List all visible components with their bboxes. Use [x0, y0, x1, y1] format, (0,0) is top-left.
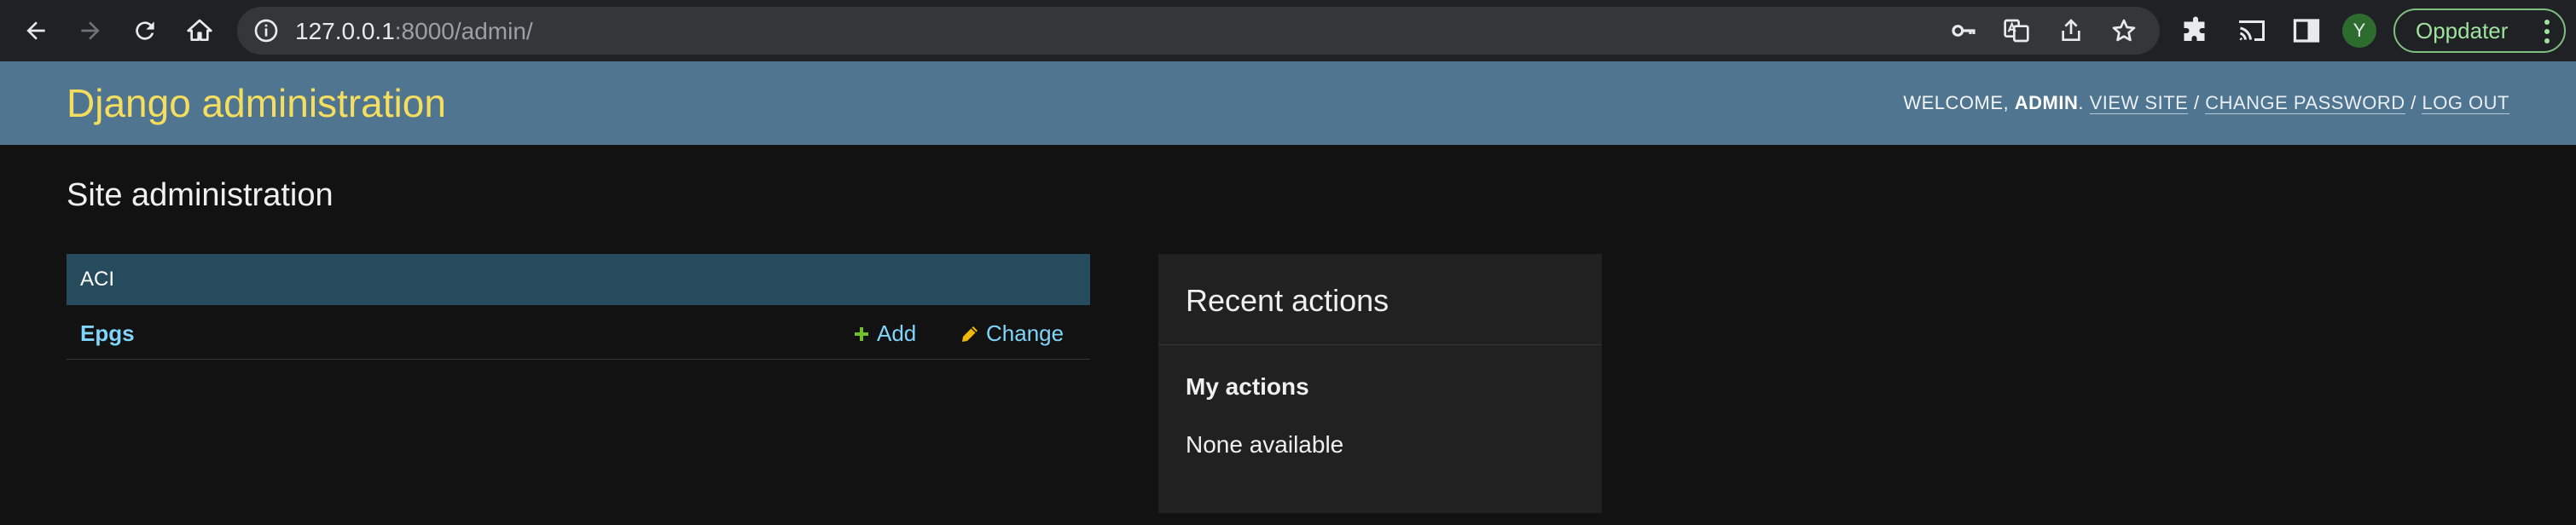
app-caption[interactable]: ACI: [67, 254, 1090, 305]
pencil-icon: [962, 326, 978, 342]
key-icon[interactable]: [1950, 17, 1977, 44]
log-out-link[interactable]: LOG OUT: [2422, 92, 2509, 114]
add-link[interactable]: Add: [853, 320, 916, 347]
reload-icon: [136, 21, 154, 40]
update-button[interactable]: Oppdater: [2393, 9, 2566, 53]
more-vertical-icon: [2544, 20, 2550, 43]
change-password-link[interactable]: CHANGE PASSWORD: [2205, 92, 2405, 114]
plus-icon: [855, 326, 868, 341]
browser-toolbar: 127.0.0.1:8000/admin/ Y Oppdater: [0, 0, 2576, 61]
extensions-icon[interactable]: [2180, 15, 2211, 46]
username: ADMIN: [2014, 92, 2079, 113]
recent-actions-title: Recent actions: [1186, 283, 1390, 318]
star-icon[interactable]: [2110, 17, 2138, 44]
url-text[interactable]: 127.0.0.1:8000/admin/: [295, 18, 533, 45]
change-label: Change: [986, 320, 1065, 346]
home-icon: [187, 19, 212, 41]
welcome-text: WELCOME,: [1903, 92, 2015, 113]
recent-actions-panel: Recent actions My actions None available: [1158, 254, 1602, 513]
info-icon[interactable]: [252, 17, 280, 44]
back-button[interactable]: [15, 10, 56, 51]
share-icon[interactable]: [2057, 17, 2085, 44]
model-link-epgs[interactable]: Epgs: [80, 320, 135, 347]
update-label: Oppdater: [2416, 17, 2509, 43]
reload-button[interactable]: [125, 10, 165, 51]
page-title: Site administration: [67, 177, 334, 213]
welcome-period: .: [2078, 92, 2090, 113]
forward-button[interactable]: [70, 10, 111, 51]
back-arrow-icon: [26, 21, 45, 40]
site-brand[interactable]: Django administration: [67, 80, 446, 126]
forward-arrow-icon: [81, 21, 100, 40]
url-host: 127.0.0.1: [295, 18, 395, 44]
side-panel-icon[interactable]: [2291, 15, 2322, 46]
change-link[interactable]: Change: [960, 320, 1064, 347]
separator: /: [2188, 92, 2206, 113]
view-site-link[interactable]: VIEW SITE: [2089, 92, 2189, 114]
add-label: Add: [877, 320, 917, 346]
my-actions-heading: My actions: [1186, 373, 1309, 400]
user-tools: WELCOME, ADMIN. VIEW SITE / CHANGE PASSW…: [1903, 92, 2509, 114]
translate-icon[interactable]: [2003, 17, 2030, 44]
divider: [1158, 344, 1602, 345]
site-header: Django administration WELCOME, ADMIN. VI…: [0, 61, 2576, 145]
empty-actions-text: None available: [1186, 431, 1344, 458]
cast-icon[interactable]: [2237, 15, 2267, 46]
home-button[interactable]: [179, 10, 220, 51]
separator: /: [2405, 92, 2422, 113]
url-path: :8000/admin/: [394, 18, 533, 44]
address-bar[interactable]: 127.0.0.1:8000/admin/: [237, 7, 2160, 55]
app-module-aci: ACI Epgs Add Change: [67, 254, 1090, 360]
profile-avatar[interactable]: Y: [2342, 14, 2376, 48]
model-row: Epgs Add Change: [67, 305, 1090, 360]
